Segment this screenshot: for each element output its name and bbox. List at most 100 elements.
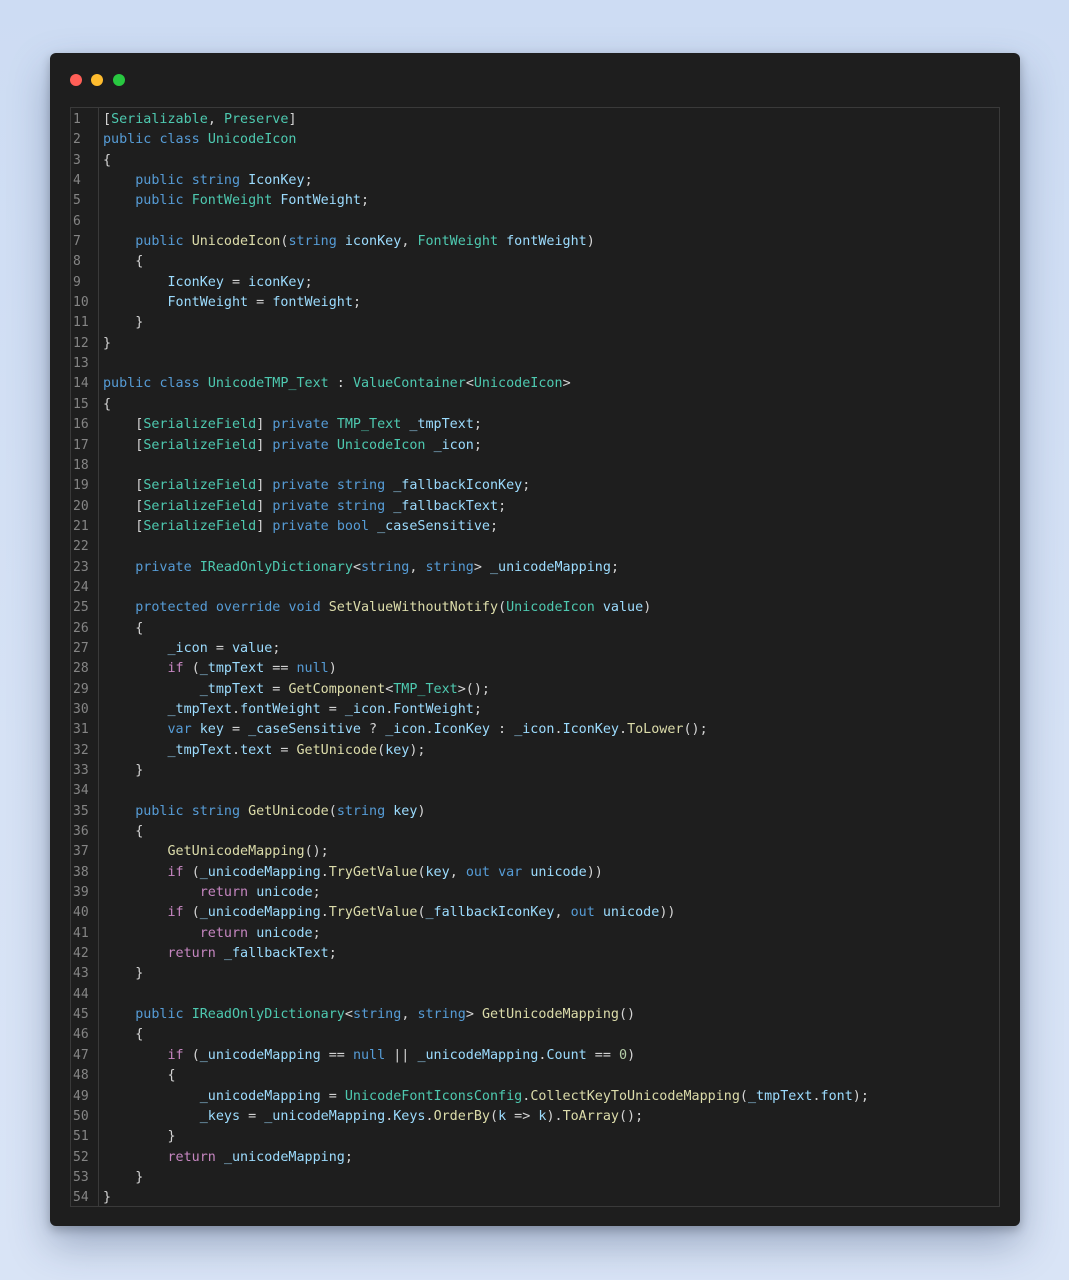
code-token: value — [232, 640, 273, 656]
line-number: 7 — [73, 234, 81, 250]
code-text: public IReadOnlyDictionary<string, strin… — [103, 1005, 635, 1025]
code-token: SetValueWithoutNotify — [328, 600, 499, 616]
code-line: 13 — [71, 354, 999, 374]
code-token: public — [135, 234, 192, 250]
code-token: = — [207, 640, 232, 656]
close-window-button[interactable] — [70, 74, 82, 86]
line-number: 9 — [73, 274, 81, 290]
code-token: bool — [336, 518, 378, 534]
line-number: 10 — [73, 295, 89, 311]
code-token: = — [320, 701, 345, 717]
code-token: _unicodeMapping — [199, 864, 321, 880]
code-token: if — [167, 905, 192, 921]
code-token: IconKey — [248, 173, 305, 189]
code-token: unicode — [602, 905, 660, 921]
line-number: 37 — [73, 844, 89, 860]
code-line: 2 public class UnicodeIcon — [71, 130, 999, 150]
code-text: return unicode; — [103, 883, 321, 903]
code-token: (); — [619, 1108, 644, 1124]
code-line: 34 — [71, 781, 999, 801]
code-text: _tmpText.fontWeight = _icon.FontWeight; — [103, 700, 482, 720]
code-token: } — [103, 1169, 144, 1185]
code-line: 7 public UnicodeIcon(string iconKey, Fon… — [71, 232, 999, 252]
code-token: TryGetValue — [328, 905, 418, 921]
line-number: 26 — [73, 620, 89, 636]
code-token: Preserve — [223, 112, 289, 127]
code-token: { — [103, 1027, 144, 1043]
code-token: 0 — [619, 1047, 628, 1063]
code-token: } — [103, 763, 144, 778]
line-number: 25 — [73, 600, 89, 616]
code-editor[interactable]: 1 [Serializable, Preserve] 2 public class U… — [70, 107, 1000, 1207]
code-token: protected — [135, 600, 216, 616]
code-token: _unicodeMapping — [223, 1149, 345, 1165]
line-number: 16 — [73, 417, 89, 433]
line-number: 53 — [73, 1169, 89, 1185]
line-number: 28 — [73, 661, 89, 677]
code-token: { — [103, 620, 144, 636]
code-text: [SerializeField] private TMP_Text _tmpTe… — [103, 415, 482, 435]
code-token: ToArray — [562, 1108, 619, 1124]
code-token: string — [361, 559, 410, 575]
code-token: public — [135, 193, 192, 209]
code-token: ) — [328, 661, 337, 677]
code-token: _unicodeMapping — [490, 559, 611, 575]
code-token: < — [352, 559, 361, 575]
code-text: { — [103, 1066, 175, 1086]
code-token: unicode — [256, 925, 313, 941]
code-token: value — [602, 600, 644, 616]
code-text: return _fallbackText; — [103, 944, 337, 964]
code-text: if (_unicodeMapping.TryGetValue(_fallbac… — [103, 903, 676, 923]
code-token: . — [812, 1088, 821, 1104]
code-text: public UnicodeIcon(string iconKey, FontW… — [103, 232, 595, 252]
code-line: 43 } — [71, 964, 999, 984]
code-token: string — [336, 803, 394, 819]
code-token: private — [272, 437, 337, 453]
code-token: return — [199, 885, 257, 901]
code-text: } — [103, 313, 143, 333]
code-line: 36 { — [71, 822, 999, 842]
code-token: < — [344, 1007, 353, 1023]
code-token: ( — [328, 803, 337, 819]
code-token: , — [401, 1007, 418, 1023]
code-line: 41 return unicode; — [71, 924, 999, 944]
minimize-window-button[interactable] — [91, 74, 103, 86]
code-text: if (_unicodeMapping.TryGetValue(key, out… — [103, 863, 603, 883]
code-line: 44 — [71, 985, 999, 1005]
code-token: < — [465, 376, 474, 392]
code-text: } — [103, 761, 143, 781]
code-text: _keys = _unicodeMapping.Keys.OrderBy(k =… — [103, 1107, 643, 1127]
code-token: ; — [312, 885, 321, 901]
line-number: 3 — [73, 152, 81, 168]
code-token: return — [199, 925, 257, 941]
code-token: ; — [312, 925, 321, 941]
code-line: 4 public string IconKey; — [71, 171, 999, 191]
code-token: _unicodeMapping — [264, 1108, 386, 1124]
code-token: IconKey — [562, 722, 619, 738]
code-token: , — [449, 864, 466, 880]
code-line: 33 } — [71, 761, 999, 781]
line-number: 31 — [73, 722, 89, 738]
line-number: 8 — [73, 254, 81, 270]
code-line: 42 return _fallbackText; — [71, 944, 999, 964]
code-token: SerializeField — [143, 518, 257, 534]
line-number: 6 — [73, 213, 81, 229]
code-token: { — [103, 254, 144, 270]
code-line: 24 — [71, 578, 999, 598]
code-line: 25 protected override void SetValueWitho… — [71, 598, 999, 618]
code-line: 53 } — [71, 1168, 999, 1188]
line-number: 17 — [73, 437, 89, 453]
code-token: if — [167, 1047, 192, 1063]
code-token: string — [191, 803, 249, 819]
code-token: _unicodeMapping — [199, 905, 321, 921]
code-line: 32 _tmpText.text = GetUnicode(key); — [71, 741, 999, 761]
code-token: . — [232, 742, 241, 758]
maximize-window-button[interactable] — [113, 74, 125, 86]
code-token: [ — [103, 112, 112, 127]
code-token: ; — [610, 559, 619, 575]
